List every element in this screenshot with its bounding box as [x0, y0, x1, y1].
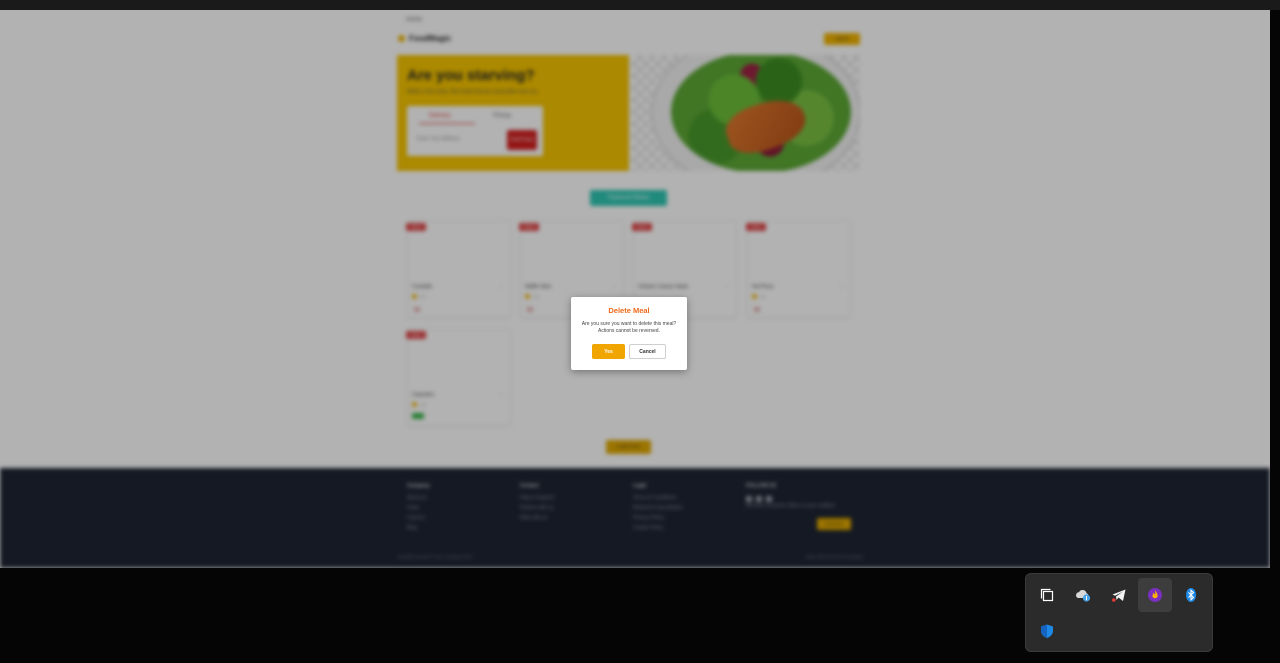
cancel-button[interactable]: Cancel	[629, 344, 666, 359]
telegram-icon[interactable]	[1102, 578, 1136, 612]
bluetooth-icon[interactable]	[1174, 578, 1208, 612]
dialog-message: Are you sure you want to delete this mea…	[581, 321, 677, 334]
delete-meal-dialog: Delete Meal Are you sure you want to del…	[571, 297, 687, 370]
app-flame-icon[interactable]	[1138, 578, 1172, 612]
yes-button[interactable]: Yes	[592, 344, 625, 359]
screen: Home FoodMagic Log In Are you starving? …	[0, 0, 1280, 663]
windows-security-icon[interactable]	[1030, 614, 1064, 648]
onedrive-cloud-icon[interactable]	[1066, 578, 1100, 612]
modal-backdrop[interactable]	[0, 10, 1270, 568]
dialog-title: Delete Meal	[608, 306, 650, 315]
window-restore-icon[interactable]	[1030, 578, 1064, 612]
system-tray-overflow	[1025, 573, 1213, 652]
window-top-edge	[0, 0, 1280, 10]
browser-page: Home FoodMagic Log In Are you starving? …	[0, 10, 1270, 568]
